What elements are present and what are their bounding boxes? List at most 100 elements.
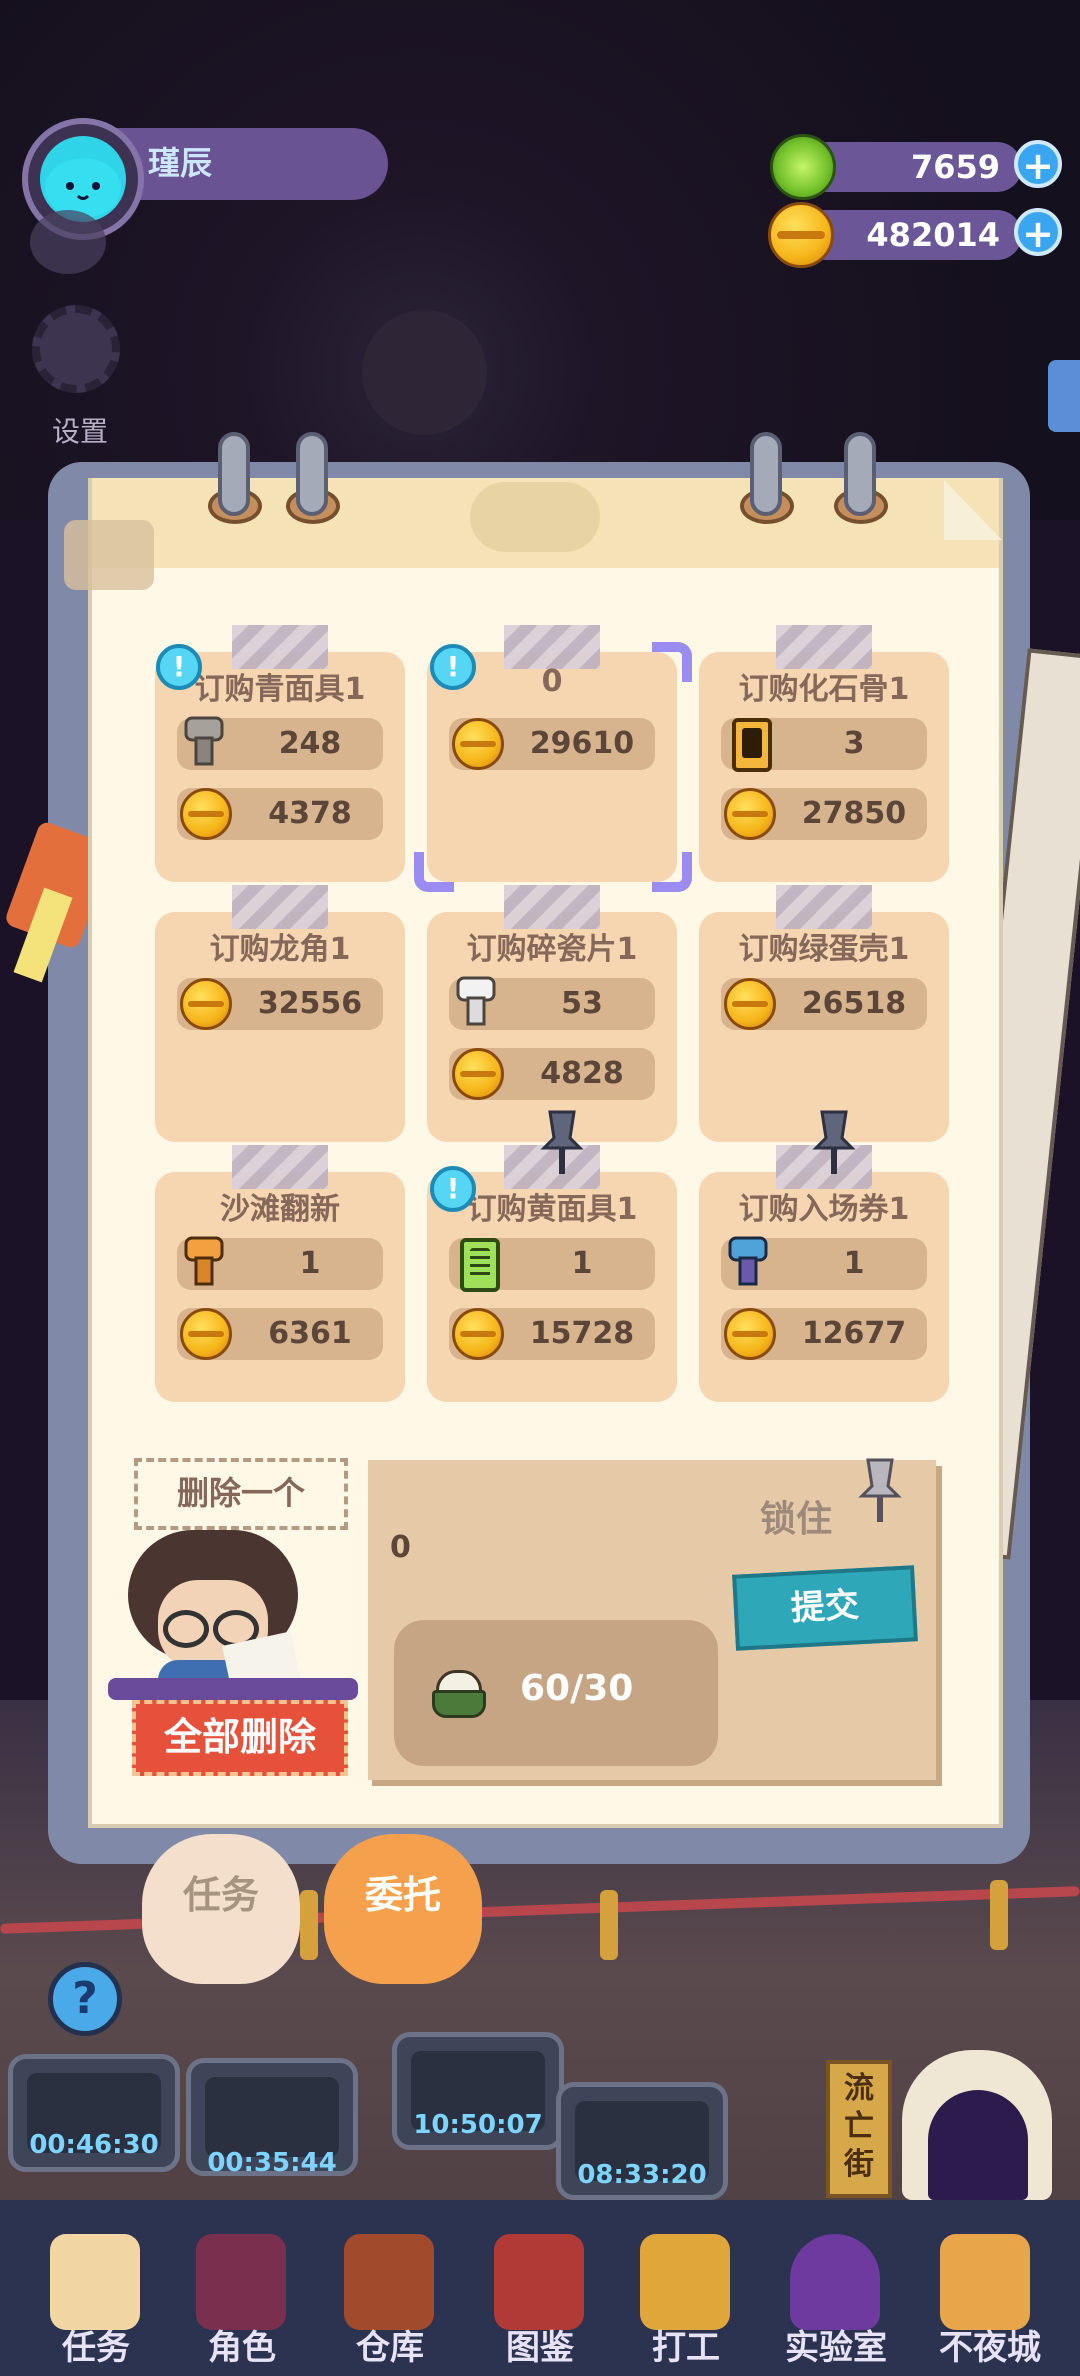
nav-lab[interactable]: 实验室 bbox=[766, 2320, 906, 2369]
delete-all-button[interactable]: 全部删除 bbox=[132, 1700, 348, 1776]
settings-gear-icon[interactable] bbox=[32, 305, 120, 393]
coin-reward: 32556 bbox=[257, 986, 363, 1021]
gold-coin-icon bbox=[724, 1308, 776, 1360]
coin-reward: 29610 bbox=[529, 726, 635, 761]
gold-coin-icon bbox=[452, 1308, 504, 1360]
tab-tasks-label[interactable]: 任务 bbox=[142, 1864, 300, 1919]
portal-swirl-icon bbox=[928, 2090, 1028, 2200]
item-qty: 53 bbox=[561, 986, 603, 1021]
binder-ring bbox=[218, 432, 250, 516]
back-arrow-icon[interactable] bbox=[64, 520, 154, 590]
order-title: 沙滩翻新 bbox=[220, 1192, 340, 1227]
order-title: 订购碎瓷片1 bbox=[466, 932, 638, 967]
coin-reward: 27850 bbox=[801, 796, 907, 831]
tab-commissions-label[interactable]: 委托 bbox=[324, 1864, 482, 1919]
tape bbox=[776, 625, 872, 669]
cat-face-icon bbox=[45, 142, 121, 218]
help-button[interactable]: ? bbox=[48, 1962, 122, 2036]
order-title: 订购龙角1 bbox=[209, 932, 351, 967]
add-coins-button[interactable]: + bbox=[1014, 208, 1062, 256]
tape bbox=[232, 885, 328, 929]
gold-coin-icon bbox=[180, 978, 232, 1030]
lock-pin-icon[interactable] bbox=[858, 1456, 902, 1526]
coin-count: 482014 bbox=[866, 216, 1000, 254]
rice-bowl-icon bbox=[432, 1666, 486, 1718]
tape bbox=[232, 625, 328, 669]
lab-flask-icon[interactable] bbox=[790, 2234, 880, 2330]
selection-corner bbox=[652, 642, 692, 682]
bolt-blue-icon bbox=[728, 1236, 768, 1286]
bolt-orange-icon bbox=[184, 1236, 224, 1286]
night-sky bbox=[0, 0, 1080, 520]
alert-bubble-icon: ! bbox=[430, 1166, 476, 1212]
nav-character[interactable]: 角色 bbox=[172, 2320, 312, 2369]
nav-tasks[interactable]: 任务 bbox=[26, 2320, 166, 2369]
bolt-white-icon bbox=[456, 976, 496, 1026]
order-title: 订购化石骨1 bbox=[738, 672, 910, 707]
coin-reward: 6361 bbox=[268, 1316, 352, 1351]
bolt-gray-icon bbox=[184, 716, 224, 766]
book-icon[interactable] bbox=[494, 2234, 584, 2330]
side-indicator[interactable] bbox=[30, 210, 106, 274]
binder-ring bbox=[750, 432, 782, 516]
moon bbox=[362, 310, 487, 435]
item-qty: 1 bbox=[299, 1246, 321, 1281]
binder-ring bbox=[296, 432, 328, 516]
character-icon[interactable] bbox=[196, 2234, 286, 2330]
coin-reward: 4828 bbox=[540, 1056, 624, 1091]
paper-stain bbox=[470, 482, 600, 552]
city-cat-icon[interactable] bbox=[940, 2234, 1030, 2330]
gold-coin-icon bbox=[180, 1308, 232, 1360]
order-title: 订购绿蛋壳1 bbox=[738, 932, 910, 967]
battery-orange-icon bbox=[732, 718, 772, 772]
delivery-progress: 60/30 bbox=[520, 1668, 634, 1709]
selection-corner bbox=[414, 852, 454, 892]
item-qty: 3 bbox=[843, 726, 865, 761]
coin-reward: 15728 bbox=[529, 1316, 635, 1351]
avatar[interactable] bbox=[40, 136, 126, 222]
gold-coin-icon bbox=[452, 1048, 504, 1100]
tape bbox=[776, 885, 872, 929]
add-gems-button[interactable]: + bbox=[1014, 140, 1062, 188]
nav-work[interactable]: 打工 bbox=[616, 2320, 756, 2369]
order-title: 订购入场券1 bbox=[738, 1192, 910, 1227]
pin-icon bbox=[812, 1110, 856, 1174]
tape bbox=[504, 625, 600, 669]
pin-icon bbox=[540, 1110, 584, 1174]
coin-reward: 12677 bbox=[801, 1316, 907, 1351]
street-sign[interactable]: 流亡街 bbox=[826, 2060, 892, 2198]
nav-city[interactable]: 不夜城 bbox=[920, 2320, 1060, 2369]
work-tv-icon[interactable] bbox=[640, 2234, 730, 2330]
binder-ring bbox=[844, 432, 876, 516]
alert-bubble-icon: ! bbox=[430, 644, 476, 690]
item-qty: 1 bbox=[843, 1246, 865, 1281]
item-qty: 1 bbox=[571, 1246, 593, 1281]
selected-order-name: 0 bbox=[390, 1530, 411, 1565]
scissors-tab-icon[interactable] bbox=[1048, 360, 1080, 432]
coin-reward: 26518 bbox=[801, 986, 907, 1021]
settings-label[interactable]: 设置 bbox=[52, 410, 108, 450]
submit-button[interactable]: 提交 bbox=[732, 1565, 918, 1651]
rope-post bbox=[990, 1880, 1008, 1950]
nav-collection[interactable]: 图鉴 bbox=[470, 2320, 610, 2369]
clipboard-icon[interactable] bbox=[50, 2234, 140, 2330]
station-timer: 00:35:44 bbox=[207, 2148, 337, 2178]
gold-coin-icon bbox=[724, 788, 776, 840]
alert-bubble-icon: ! bbox=[156, 644, 202, 690]
gold-coin-icon bbox=[724, 978, 776, 1030]
gem-count: 7659 bbox=[910, 148, 1000, 186]
tape bbox=[232, 1145, 328, 1189]
nav-storage[interactable]: 仓库 bbox=[320, 2320, 460, 2369]
lock-label[interactable]: 锁住 bbox=[760, 1490, 832, 1542]
station-timer: 00:46:30 bbox=[29, 2130, 159, 2160]
item-qty: 248 bbox=[278, 726, 342, 761]
player-name: 瑾辰 bbox=[148, 144, 213, 182]
station-timer: 10:50:07 bbox=[413, 2110, 543, 2140]
gold-coin-icon bbox=[180, 788, 232, 840]
delete-one-button[interactable]: 删除一个 bbox=[134, 1458, 348, 1530]
chest-icon[interactable] bbox=[344, 2234, 434, 2330]
rope-post bbox=[300, 1890, 318, 1960]
coin-reward: 4378 bbox=[268, 796, 352, 831]
selection-corner bbox=[652, 852, 692, 892]
tape bbox=[504, 885, 600, 929]
